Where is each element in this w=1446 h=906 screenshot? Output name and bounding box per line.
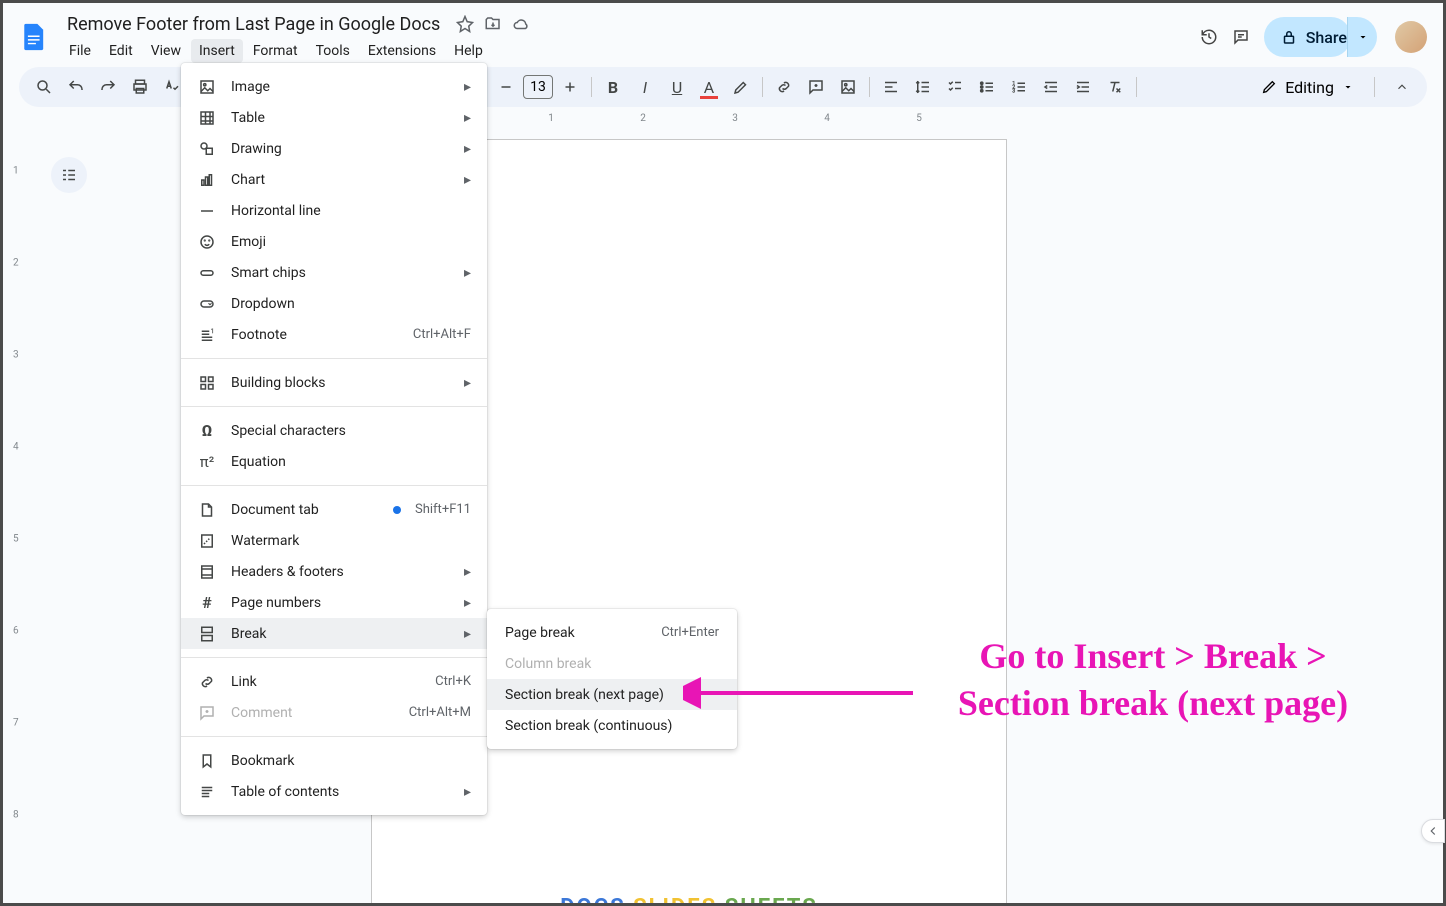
editing-mode-button[interactable]: Editing [1247,72,1368,102]
font-size-input[interactable] [523,75,553,99]
insert-table-of-contents[interactable]: Table of contents▸ [181,776,487,807]
add-comment-button[interactable] [801,72,831,102]
menu-view[interactable]: View [143,39,189,63]
insert-link-button[interactable] [769,72,799,102]
menu-help[interactable]: Help [446,39,491,63]
svg-text:3: 3 [1012,88,1015,94]
insert-bookmark[interactable]: Bookmark [181,745,487,776]
cloud-status-icon[interactable] [512,15,530,33]
lock-icon [1280,28,1298,46]
print-button[interactable] [125,72,155,102]
history-icon[interactable] [1200,28,1218,46]
insert-link[interactable]: LinkCtrl+K [181,666,487,697]
insert-special-characters[interactable]: ΩSpecial characters [181,415,487,446]
increase-indent-button[interactable] [1068,72,1098,102]
redo-button[interactable] [93,72,123,102]
share-dropdown[interactable] [1347,17,1377,57]
share-label: Share [1306,28,1347,47]
annotation-arrow-icon [683,663,923,723]
comments-icon[interactable] [1232,28,1250,46]
caret-down-icon [1357,31,1369,43]
insert-break[interactable]: Break▸ [181,618,487,649]
insert-comment: CommentCtrl+Alt+M [181,697,487,728]
clear-formatting-button[interactable] [1100,72,1130,102]
highlight-button[interactable] [726,72,756,102]
star-icon[interactable] [456,15,474,33]
caret-down-icon [1342,81,1354,93]
font-size-decrease[interactable] [491,72,521,102]
menu-edit[interactable]: Edit [101,39,141,63]
docs-logo-icon [17,21,49,53]
pencil-icon [1261,79,1277,95]
insert-page-numbers[interactable]: #Page numbers▸ [181,587,487,618]
docs-app-icon[interactable] [13,17,53,57]
document-title[interactable]: Remove Footer from Last Page in Google D… [61,12,446,37]
numbered-list-button[interactable]: 123 [1004,72,1034,102]
insert-drawing[interactable]: Drawing▸ [181,133,487,164]
text-color-button[interactable]: A [694,72,724,102]
move-icon[interactable] [484,15,502,33]
insert-watermark[interactable]: Watermark [181,525,487,556]
insert-building-blocks[interactable]: Building blocks▸ [181,367,487,398]
menu-extensions[interactable]: Extensions [360,39,444,63]
share-button[interactable]: Share [1264,17,1351,57]
undo-button[interactable] [61,72,91,102]
insert-equation[interactable]: π²Equation [181,446,487,477]
menu-file[interactable]: File [61,39,99,63]
insert-chart[interactable]: Chart▸ [181,164,487,195]
underline-button[interactable]: U [662,72,692,102]
bold-button[interactable]: B [598,72,628,102]
new-feature-dot-icon [393,506,401,514]
svg-text:1: 1 [211,327,214,334]
checklist-button[interactable] [940,72,970,102]
insert-image[interactable]: Image▸ [181,71,487,102]
insert-menu-dropdown: Image▸ Table▸ Drawing▸ Chart▸ Horizontal… [181,63,487,815]
annotation-text: Go to Insert > Break > Section break (ne… [943,633,1363,727]
insert-smart-chips[interactable]: Smart chips▸ [181,257,487,288]
insert-footnote[interactable]: 1FootnoteCtrl+Alt+F [181,319,487,350]
bulleted-list-button[interactable] [972,72,1002,102]
insert-horizontal-line[interactable]: Horizontal line [181,195,487,226]
document-footer-text: DOCS SLIDES SHEETS [372,895,1006,903]
outline-toggle-button[interactable] [51,157,87,193]
menu-insert[interactable]: Insert [191,39,243,63]
line-spacing-button[interactable] [908,72,938,102]
italic-button[interactable]: I [630,72,660,102]
search-button[interactable] [29,72,59,102]
account-avatar[interactable] [1395,21,1427,53]
menu-bar: File Edit View Insert Format Tools Exten… [61,39,1200,63]
editing-mode-label: Editing [1285,78,1334,97]
menu-format[interactable]: Format [245,39,306,63]
insert-image-button[interactable] [833,72,863,102]
insert-document-tab[interactable]: Document tabShift+F11 [181,494,487,525]
align-button[interactable] [876,72,906,102]
insert-headers-footers[interactable]: Headers & footers▸ [181,556,487,587]
decrease-indent-button[interactable] [1036,72,1066,102]
vertical-ruler: 1 2 3 4 5 6 7 8 [9,141,25,903]
break-page-break[interactable]: Page breakCtrl+Enter [487,617,737,648]
insert-table[interactable]: Table▸ [181,102,487,133]
side-panel-toggle[interactable] [1421,819,1445,843]
collapse-toolbar-button[interactable] [1387,72,1417,102]
font-size-increase[interactable] [555,72,585,102]
insert-dropdown[interactable]: Dropdown [181,288,487,319]
menu-tools[interactable]: Tools [308,39,358,63]
insert-emoji[interactable]: Emoji [181,226,487,257]
